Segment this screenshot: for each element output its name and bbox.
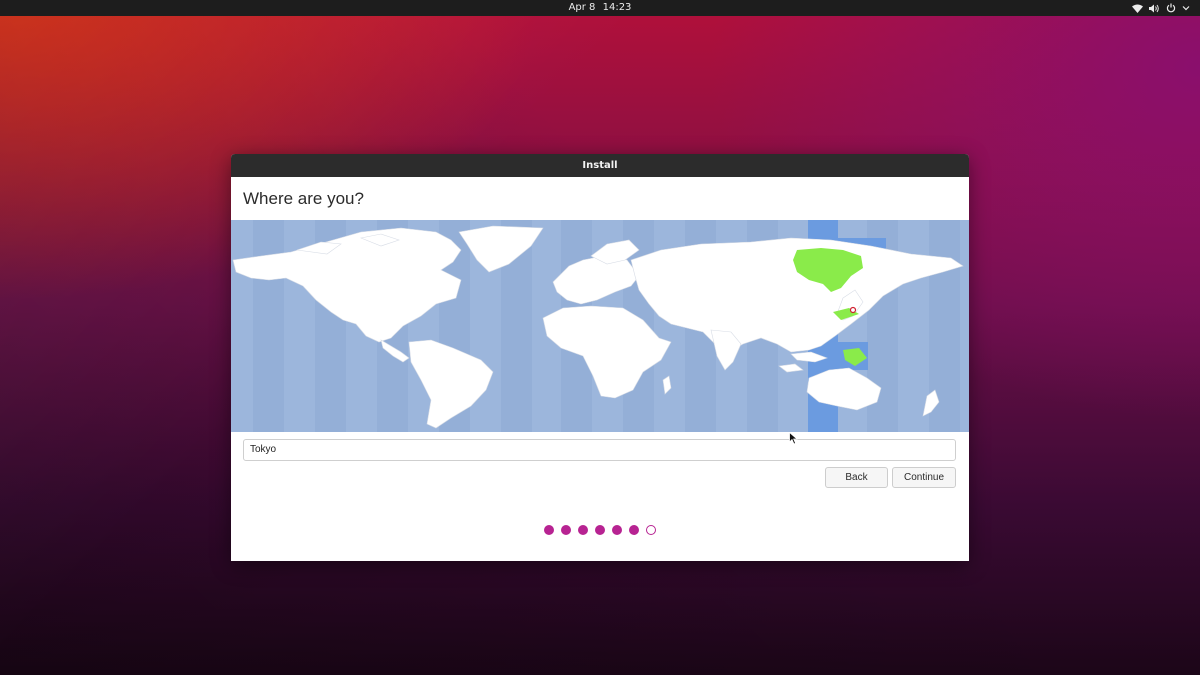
top-bar: Apr 8 14:23 bbox=[0, 0, 1200, 16]
system-tray[interactable] bbox=[1132, 1, 1190, 15]
progress-dot-complete bbox=[561, 525, 571, 535]
clock-date: Apr 8 bbox=[568, 2, 596, 13]
progress-dot-complete bbox=[544, 525, 554, 535]
progress-dot-current bbox=[646, 525, 656, 535]
chevron-down-icon[interactable] bbox=[1182, 1, 1190, 15]
timezone-map[interactable] bbox=[231, 220, 969, 432]
mouse-cursor-icon bbox=[789, 430, 799, 449]
location-pin-icon bbox=[849, 306, 857, 314]
progress-dot-complete bbox=[612, 525, 622, 535]
page-title: Where are you? bbox=[243, 189, 364, 208]
progress-dot-complete bbox=[578, 525, 588, 535]
clock[interactable]: Apr 8 14:23 bbox=[0, 2, 1200, 13]
back-button[interactable]: Back bbox=[825, 467, 888, 488]
wifi-icon[interactable] bbox=[1132, 1, 1143, 15]
progress-dot-complete bbox=[629, 525, 639, 535]
progress-dots bbox=[231, 525, 969, 535]
window-title[interactable]: Install bbox=[231, 154, 969, 177]
progress-dot-complete bbox=[595, 525, 605, 535]
volume-icon[interactable] bbox=[1149, 1, 1160, 15]
power-icon[interactable] bbox=[1166, 1, 1176, 15]
continue-button[interactable]: Continue bbox=[892, 467, 956, 488]
clock-time: 14:23 bbox=[602, 2, 632, 13]
timezone-input[interactable]: Tokyo bbox=[243, 439, 956, 461]
installer-window: Install Where are you? Tokyo Back Contin… bbox=[231, 154, 969, 561]
